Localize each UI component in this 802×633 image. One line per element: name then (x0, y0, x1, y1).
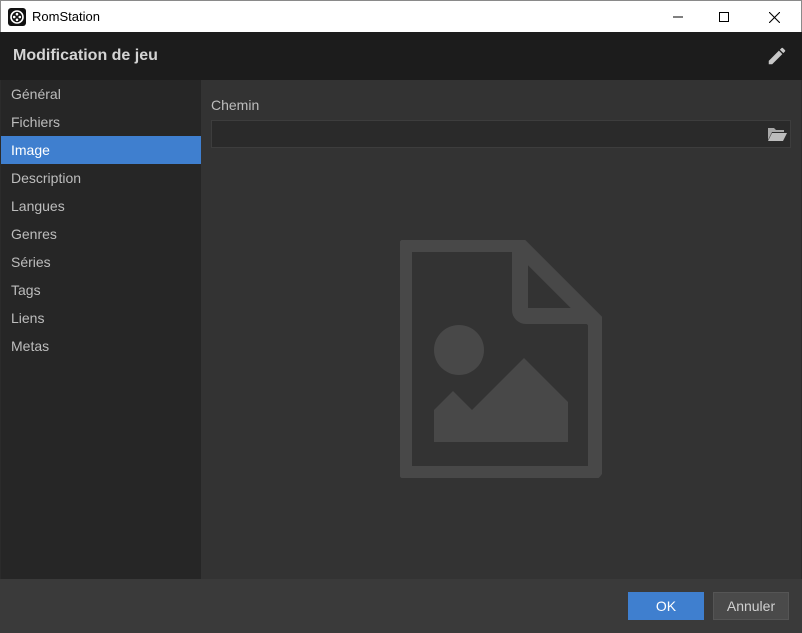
image-panel: Chemin (201, 80, 801, 579)
dialog-title: Modification de jeu (13, 47, 158, 64)
cancel-button[interactable]: Annuler (713, 592, 789, 620)
sidebar-item-langues[interactable]: Langues (1, 192, 201, 220)
sidebar-nav: Général Fichiers Image Description Langu… (1, 80, 201, 579)
sidebar-item-image[interactable]: Image (1, 136, 201, 164)
sidebar-item-genres[interactable]: Genres (1, 220, 201, 248)
romstation-logo-icon (8, 8, 26, 26)
sidebar-item-liens[interactable]: Liens (1, 304, 201, 332)
ok-button[interactable]: OK (628, 592, 704, 620)
close-icon (768, 11, 780, 23)
sidebar-item-fichiers[interactable]: Fichiers (1, 108, 201, 136)
window-title: RomStation (32, 9, 100, 24)
maximize-button[interactable] (701, 1, 747, 33)
close-button[interactable] (751, 1, 797, 33)
minimize-button[interactable] (655, 1, 701, 33)
pencil-icon[interactable] (766, 45, 788, 67)
dialog-header: Modification de jeu (0, 32, 802, 80)
sidebar-item-description[interactable]: Description (1, 164, 201, 192)
window-titlebar: RomStation (0, 0, 802, 32)
maximize-icon (719, 12, 729, 22)
sidebar-item-series[interactable]: Séries (1, 248, 201, 276)
sidebar-item-general[interactable]: Général (1, 80, 201, 108)
folder-open-icon[interactable] (767, 126, 787, 142)
path-label: Chemin (211, 97, 260, 113)
sidebar-item-metas[interactable]: Metas (1, 332, 201, 360)
dialog-footer: OK Annuler (0, 579, 802, 633)
image-file-icon (400, 240, 602, 478)
sidebar-item-tags[interactable]: Tags (1, 276, 201, 304)
minimize-icon (673, 16, 683, 18)
path-input[interactable] (211, 120, 791, 148)
